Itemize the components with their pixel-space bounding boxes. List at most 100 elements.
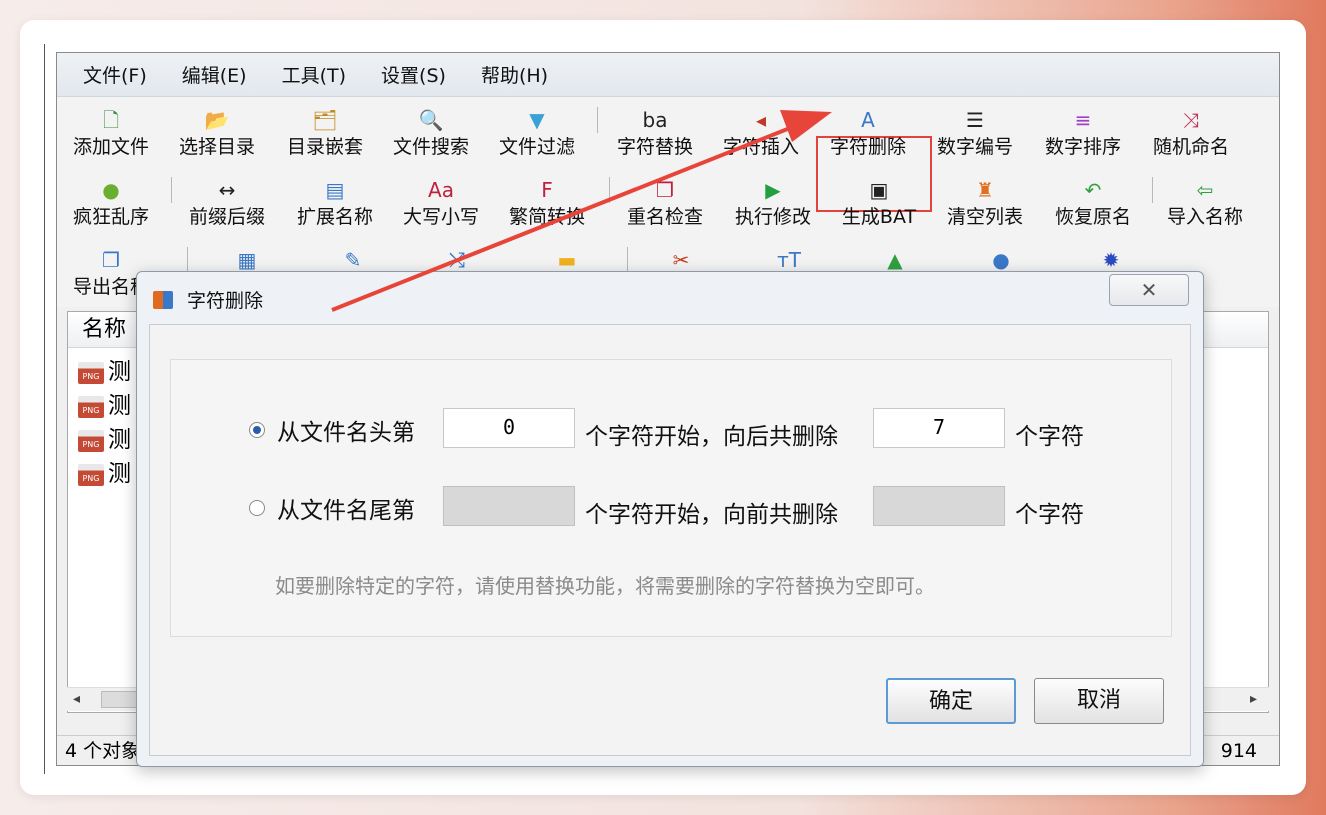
menu-settings[interactable]: 设置(S)	[381, 61, 446, 88]
toolbar-button-label: 繁简转换	[508, 206, 585, 228]
ok-button[interactable]: 确定	[886, 678, 1016, 724]
grid-icon: ▦	[237, 248, 257, 272]
option-tail-suffix: 个字符	[1015, 502, 1084, 528]
prefix-suffix-icon: ↔	[218, 178, 236, 202]
import-icon: ⇦	[1196, 178, 1214, 202]
close-icon: ✕	[1140, 278, 1158, 302]
play-icon: ▶	[765, 178, 781, 202]
file-name: 测	[108, 393, 131, 419]
radio-from-tail[interactable]	[249, 500, 265, 516]
toolbar-button-terminal[interactable]: ▣ 生成BAT	[825, 173, 933, 235]
list-item[interactable]: PNG 测	[78, 356, 131, 388]
terminal-icon: ▣	[869, 178, 889, 202]
toolbar-button-broom[interactable]: ♜ 清空列表	[931, 173, 1039, 235]
toolbar-button-label: 清空列表	[946, 206, 1023, 228]
merge-icon: ⤭	[449, 248, 465, 272]
sort-icon: ≡	[1074, 108, 1092, 132]
menu-file[interactable]: 文件(F)	[83, 61, 147, 88]
hint-text: 如要删除特定的字符，请使用替换功能，将需要删除的字符替换为空即可。	[275, 574, 935, 598]
insert-icon: ◂	[755, 108, 767, 132]
toolbar-separator	[597, 107, 598, 133]
toolbar-button-label: 选择目录	[178, 136, 255, 158]
menu-edit[interactable]: 编辑(E)	[182, 61, 247, 88]
menu-tools[interactable]: 工具(T)	[282, 61, 346, 88]
toolbar-button-convert[interactable]: F 繁简转换	[493, 173, 601, 235]
open-folder-icon: 📂	[204, 108, 230, 132]
toolbar-button-open-folder[interactable]: 📂 选择目录	[163, 103, 271, 165]
list-item[interactable]: PNG 测	[78, 424, 131, 456]
toolbar-button-label: 恢复原名	[1054, 206, 1131, 228]
shuffle-icon: ⤨	[1183, 108, 1199, 132]
broom-icon: ♜	[976, 178, 994, 202]
numbered-list-icon: ☰	[966, 108, 984, 132]
status-object-count: 4 个对象	[65, 740, 141, 762]
case-icon: Aa	[428, 178, 454, 202]
toolbar-button-label: 文件搜索	[392, 136, 469, 158]
toolbar-button-label: 大写小写	[402, 206, 479, 228]
toolbar-button-import[interactable]: ⇦ 导入名称	[1151, 173, 1259, 235]
scroll-left-icon[interactable]: ◂	[73, 691, 80, 707]
export-icon: ❐	[102, 248, 120, 272]
toolbar-button-label: 添加文件	[72, 136, 149, 158]
search-icon: 🔍	[418, 108, 444, 132]
dialog-app-icon	[153, 291, 173, 309]
toolbar-button-label: 字符替换	[616, 136, 693, 158]
toolbar-button-shuffle[interactable]: ⤨ 随机命名	[1137, 103, 1245, 165]
file-name: 测	[108, 359, 131, 385]
list-item[interactable]: PNG 测	[78, 458, 131, 490]
tail-start-input[interactable]	[443, 486, 575, 526]
toolbar-button-label: 数字编号	[936, 136, 1013, 158]
option-tail-label: 从文件名尾第	[277, 498, 415, 524]
crazy-face-icon: ●	[102, 178, 120, 202]
font-size-icon: тT	[777, 248, 801, 272]
file-name: 测	[108, 427, 131, 453]
scroll-right-icon[interactable]: ▸	[1250, 691, 1257, 707]
head-start-input[interactable]: 0	[443, 408, 575, 448]
dialog-close-button[interactable]: ✕	[1109, 274, 1189, 306]
undo-icon: ↶	[1084, 178, 1102, 202]
toolbar-button-label: 生成BAT	[841, 206, 917, 228]
radio-from-head[interactable]	[249, 422, 265, 438]
toolbar-button-add-file[interactable]: 🗋 添加文件	[57, 103, 165, 165]
option-head-middle: 个字符开始，向后共删除	[585, 424, 838, 450]
toolbar-button-folder-nest[interactable]: 🗂 目录嵌套	[271, 103, 379, 165]
dialog-title: 字符删除	[187, 290, 264, 312]
tail-count-input[interactable]	[873, 486, 1005, 526]
toolbar-button-label: 随机命名	[1152, 136, 1229, 158]
toolbar-button-sort[interactable]: ≡ 数字排序	[1029, 103, 1137, 165]
toolbar-button-crazy-face[interactable]: ● 疯狂乱序	[57, 173, 165, 235]
scroll-thumb[interactable]	[101, 691, 141, 708]
status-right-text: 914	[1220, 740, 1257, 762]
toolbar-button-search[interactable]: 🔍 文件搜索	[377, 103, 485, 165]
toolbar-button-play[interactable]: ▶ 执行修改	[719, 173, 827, 235]
toolbar-button-replace[interactable]: ba 字符替换	[601, 103, 709, 165]
toolbar-button-extension[interactable]: ▤ 扩展名称	[281, 173, 389, 235]
png-file-icon: PNG	[78, 463, 104, 486]
dialog-titlebar[interactable]: 字符删除 ✕	[137, 272, 1203, 324]
bell-icon: ●	[992, 248, 1010, 272]
list-item[interactable]: PNG 测	[78, 390, 131, 422]
toolbar-button-label: 重名检查	[626, 206, 703, 228]
toolbar-button-filter[interactable]: ▼ 文件过滤	[483, 103, 591, 165]
toolbar-button-label: 前缀后缀	[188, 206, 265, 228]
toolbar-button-prefix-suffix[interactable]: ↔ 前缀后缀	[173, 173, 281, 235]
folder-icon: ▬	[557, 248, 577, 272]
toolbar-button-delete-char[interactable]: A 字符删除	[814, 103, 922, 165]
toolbar-button-case[interactable]: Aa 大写小写	[387, 173, 495, 235]
replace-icon: ba	[642, 108, 668, 132]
toolbar-button-label: 目录嵌套	[286, 136, 363, 158]
toolbar-button-duplicate-check[interactable]: ❐ 重名检查	[611, 173, 719, 235]
option-head-label: 从文件名头第	[277, 420, 415, 446]
cancel-button[interactable]: 取消	[1034, 678, 1164, 724]
head-count-input[interactable]: 7	[873, 408, 1005, 448]
toolbar-button-undo[interactable]: ↶ 恢复原名	[1039, 173, 1147, 235]
toolbar-button-label: 导入名称	[1166, 206, 1243, 228]
menu-help[interactable]: 帮助(H)	[481, 61, 548, 88]
toolbar-button-label: 数字排序	[1044, 136, 1121, 158]
toolbar-button-label: 字符删除	[829, 136, 906, 158]
toolbar-button-numbered-list[interactable]: ☰ 数字编号	[921, 103, 1029, 165]
toolbar-separator	[187, 247, 188, 273]
add-file-icon: 🗋	[102, 108, 120, 132]
folder-nest-icon: 🗂	[312, 108, 338, 132]
toolbar-button-insert[interactable]: ◂ 字符插入	[707, 103, 815, 165]
